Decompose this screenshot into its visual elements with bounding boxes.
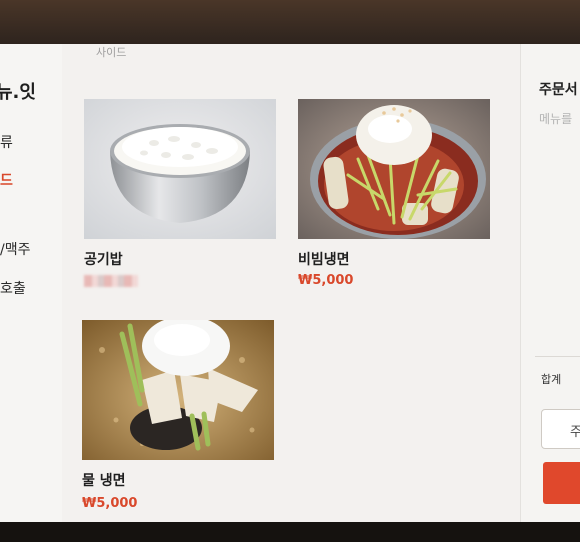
- menu-item-price: ₩5,000: [82, 496, 138, 511]
- order-panel: 주문서 메뉴를 합계 주: [520, 44, 580, 522]
- sidebar-item-drinks-beer[interactable]: /맥주: [0, 239, 30, 259]
- price-redacted: [84, 275, 138, 287]
- order-secondary-button-label: 주: [570, 425, 580, 440]
- category-sidebar: 뉴.잇 류 드 /맥주 호출: [0, 44, 62, 522]
- order-panel-title: 주문서: [539, 82, 578, 98]
- sidebar-item-staff-call[interactable]: 호출: [0, 278, 26, 298]
- sidebar-item-category-1[interactable]: 류: [0, 132, 13, 152]
- section-title: 사이드: [96, 46, 127, 59]
- menu-item-name: 공기밥: [84, 252, 123, 268]
- device-bezel-bottom: [0, 522, 580, 542]
- device-frame: 뉴.잇 류 드 /맥주 호출 사이드 공기밥 비빔냉면 ₩5,000 물 냉면 …: [0, 0, 580, 542]
- bibim-naengmyeon-image: [298, 99, 490, 239]
- brand-logo: 뉴.잇: [0, 82, 36, 103]
- menu-card-rice[interactable]: 공기밥: [84, 99, 276, 299]
- order-empty-hint: 메뉴를: [539, 112, 573, 126]
- order-divider: [535, 356, 580, 357]
- order-secondary-button[interactable]: 주: [541, 409, 580, 449]
- device-bezel-top: [0, 0, 580, 44]
- rice-bowl-image: [84, 99, 276, 239]
- order-total-label: 합계: [541, 373, 562, 386]
- order-submit-button[interactable]: [543, 462, 580, 504]
- menu-card-mul-naengmyeon[interactable]: 물 냉면 ₩5,000: [82, 320, 274, 520]
- mul-naengmyeon-image: [82, 320, 274, 460]
- menu-item-name: 비빔냉면: [298, 252, 350, 268]
- sidebar-item-side-active[interactable]: 드: [0, 170, 13, 190]
- menu-item-name: 물 냉면: [82, 473, 126, 489]
- menu-card-bibim-naengmyeon[interactable]: 비빔냉면 ₩5,000: [298, 99, 490, 299]
- kiosk-screen: 뉴.잇 류 드 /맥주 호출 사이드 공기밥 비빔냉면 ₩5,000 물 냉면 …: [0, 44, 580, 522]
- menu-item-price: ₩5,000: [298, 273, 354, 288]
